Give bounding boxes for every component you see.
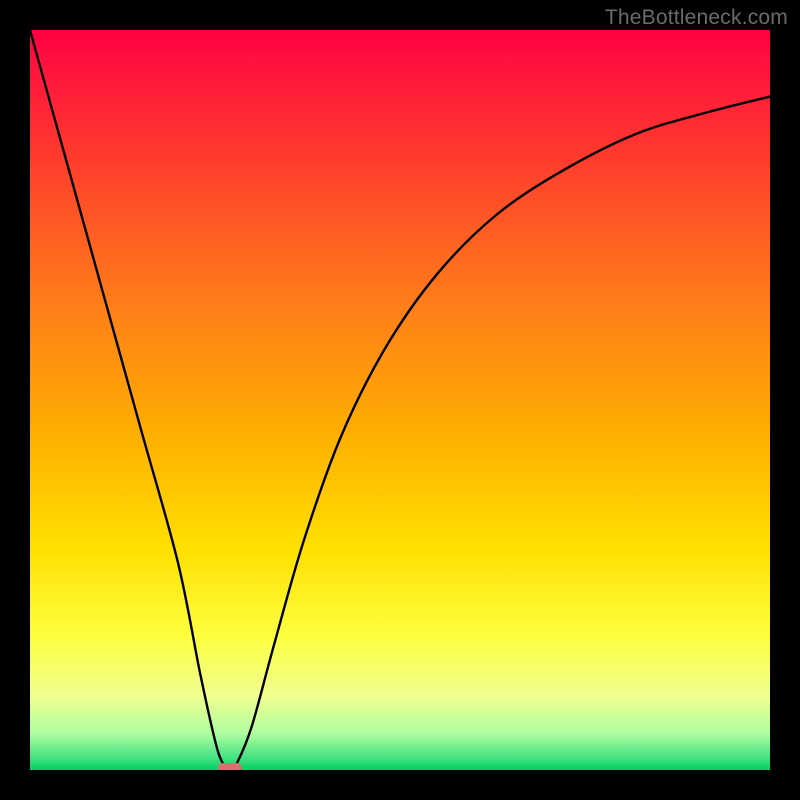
chart-frame: TheBottleneck.com: [0, 0, 800, 800]
plot-area: [30, 30, 770, 770]
bottleneck-curve-path: [30, 30, 770, 770]
bottleneck-curve-svg: [30, 30, 770, 770]
watermark-text: TheBottleneck.com: [605, 6, 788, 30]
min-marker: [218, 763, 242, 770]
